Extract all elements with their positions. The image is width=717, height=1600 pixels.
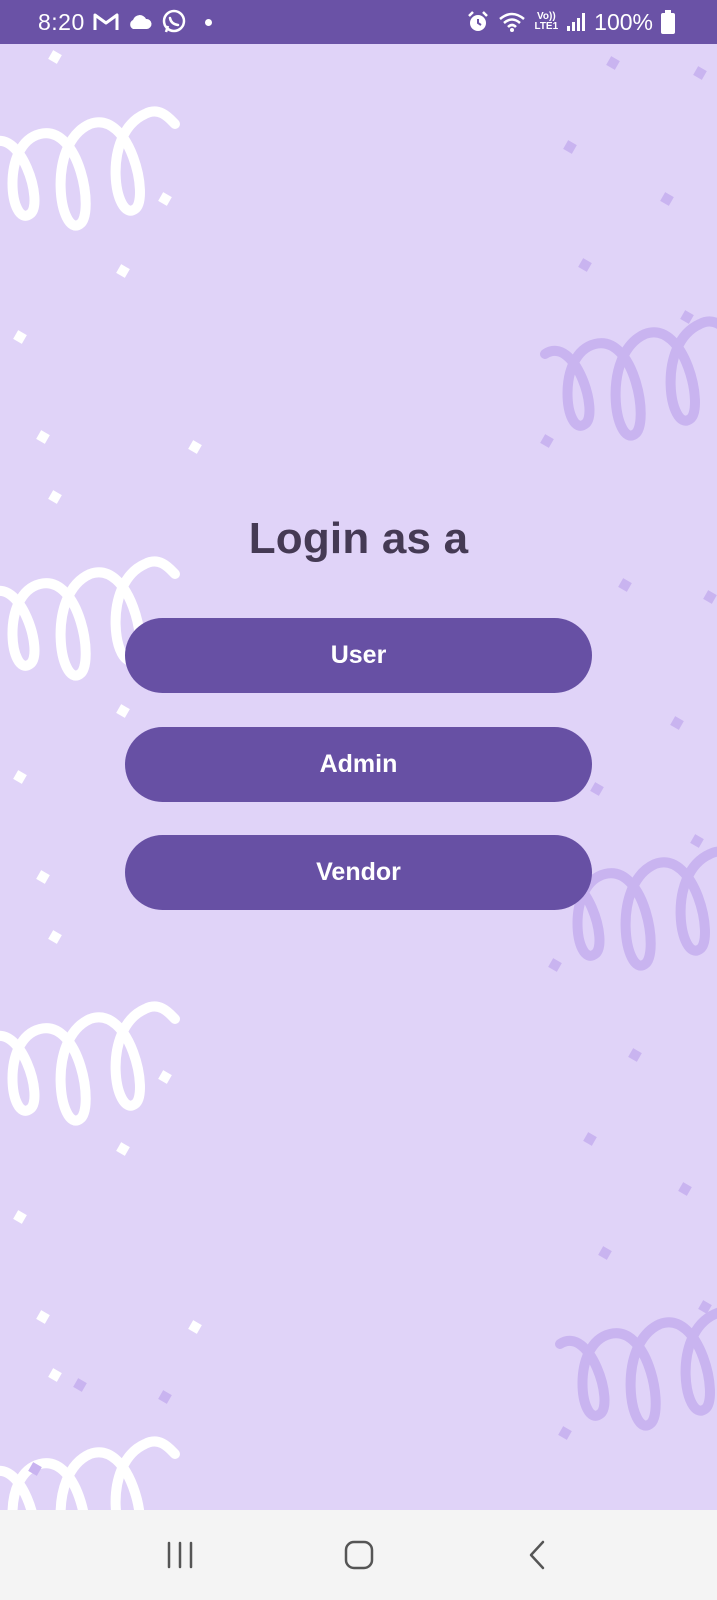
- volte-label-bottom: LTE1: [534, 21, 559, 32]
- alarm-icon: [466, 10, 490, 34]
- status-bar: 8:20 Vo)) LTE1 100%: [0, 0, 717, 44]
- login-vendor-button[interactable]: Vendor: [125, 835, 592, 910]
- home-icon[interactable]: [329, 1525, 389, 1585]
- login-user-button[interactable]: User: [125, 618, 592, 693]
- signal-icon: [566, 12, 586, 32]
- navigation-bar: [0, 1510, 717, 1600]
- battery-icon: [661, 10, 675, 34]
- battery-percent: 100%: [594, 8, 653, 35]
- cloud-icon: [127, 13, 153, 31]
- recent-apps-icon[interactable]: [150, 1525, 210, 1585]
- status-time: 8:20: [38, 8, 85, 35]
- whatsapp-icon: [161, 9, 187, 35]
- wifi-icon: [498, 11, 526, 33]
- gmail-icon: [93, 12, 119, 32]
- status-right: Vo)) LTE1 100%: [466, 9, 675, 36]
- dot-icon: [204, 18, 212, 26]
- login-admin-button[interactable]: Admin: [125, 727, 592, 802]
- volte-icon: Vo)) LTE1: [534, 12, 558, 32]
- back-icon[interactable]: [508, 1525, 568, 1585]
- login-screen: Login as a User Admin Vendor: [0, 44, 717, 1510]
- page-title: Login as a: [248, 514, 469, 563]
- status-left: 8:20: [38, 9, 212, 36]
